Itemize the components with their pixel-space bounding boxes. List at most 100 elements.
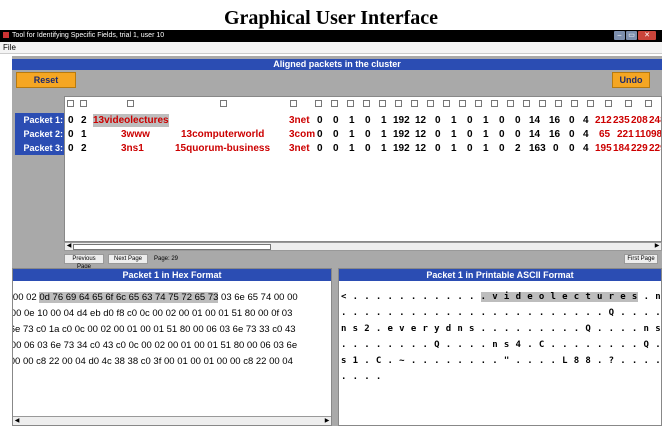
- field-cell: 0: [68, 115, 74, 126]
- field-checkbox[interactable]: [507, 100, 514, 107]
- field-cell: 0: [68, 143, 74, 154]
- field-cell: 229: [631, 143, 648, 154]
- field-cell: 0: [499, 143, 505, 154]
- field-checkbox[interactable]: [315, 100, 322, 107]
- field-cell: 192: [393, 115, 410, 126]
- field-cell: 248: [649, 115, 661, 126]
- scroll-right-icon[interactable]: ▶: [323, 417, 331, 425]
- field-cell: 4: [583, 143, 589, 154]
- field-cell: 221: [617, 129, 634, 140]
- hex-highlight: 0d 76 69 64 65 6f 6c 65 63 74 75 72 65 7…: [39, 292, 219, 303]
- undo-button[interactable]: Undo: [612, 72, 650, 88]
- hex-line: i 6e 73 c0 1a c0 0c 00 02 00 01 00 01 51…: [12, 324, 296, 335]
- packet-row-3: 0 2 3ns1 15quorum-business 3net 0 0 1 0 …: [65, 142, 661, 155]
- field-checkbox[interactable]: [220, 100, 227, 107]
- field-checkbox[interactable]: [539, 100, 546, 107]
- grid-horizontal-scrollbar[interactable]: ◀ ▶: [64, 242, 662, 251]
- field-cell: 235: [613, 115, 630, 126]
- field-cell: 192: [393, 129, 410, 140]
- field-cell: 15quorum-business: [175, 143, 271, 154]
- ascii-line: n s 2 . e v e r y d n s . . . . . . . . …: [341, 324, 662, 334]
- field-checkbox[interactable]: [523, 100, 530, 107]
- field-checkbox[interactable]: [363, 100, 370, 107]
- hex-panel: Packet 1 in Hex Format 4 00 02 0d 76 69 …: [12, 268, 332, 426]
- field-cell: 0: [317, 143, 323, 154]
- field-checkbox[interactable]: [605, 100, 612, 107]
- scroll-right-icon[interactable]: ▶: [653, 243, 661, 250]
- ascii-highlight: . v i d e o l e c t u r e s: [480, 292, 638, 302]
- field-checkbox[interactable]: [411, 100, 418, 107]
- field-checkbox[interactable]: [67, 100, 74, 107]
- field-checkbox[interactable]: [443, 100, 450, 107]
- field-cell: 3com: [289, 129, 316, 140]
- window-title: Tool for Identifying Specific Fields, tr…: [12, 32, 165, 39]
- field-cell: 212: [595, 115, 612, 126]
- field-cell: 0: [333, 115, 339, 126]
- field-cell: 1: [81, 129, 87, 140]
- field-checkbox[interactable]: [395, 100, 402, 107]
- field-checkbox[interactable]: [625, 100, 632, 107]
- field-cell: 1: [381, 115, 387, 126]
- field-checkbox[interactable]: [80, 100, 87, 107]
- ascii-panel: Packet 1 in Printable ASCII Format < . .…: [338, 268, 662, 426]
- field-cell: 1: [349, 143, 355, 154]
- field-checkbox[interactable]: [331, 100, 338, 107]
- field-cell: 12: [415, 129, 427, 140]
- first-page-button[interactable]: First Page: [624, 254, 658, 264]
- field-checkbox[interactable]: [427, 100, 434, 107]
- field-checkbox[interactable]: [555, 100, 562, 107]
- packet-row-1: 0 2 13videolectures 3net 0 0 1 0 1 192 1…: [65, 114, 661, 127]
- scroll-left-icon[interactable]: ◀: [13, 417, 21, 425]
- field-cell: 3www: [121, 129, 150, 140]
- field-checkbox[interactable]: [127, 100, 134, 107]
- figure-caption: Graphical User Interface: [223, 7, 439, 29]
- menu-bar: File: [0, 42, 662, 54]
- next-page-button[interactable]: Next Page: [108, 254, 148, 264]
- main-frame: Aligned packets in the cluster Reset Und…: [12, 56, 662, 426]
- field-cell: 0: [515, 129, 521, 140]
- close-icon[interactable]: ✕: [638, 31, 656, 40]
- scrollbar-thumb[interactable]: [73, 244, 271, 250]
- maximize-icon[interactable]: ▭: [626, 31, 637, 40]
- field-checkbox[interactable]: [347, 100, 354, 107]
- minimize-icon[interactable]: –: [614, 31, 625, 40]
- field-checkbox[interactable]: [290, 100, 297, 107]
- field-cell: 0: [317, 129, 323, 140]
- ascii-line: . . . .: [341, 372, 382, 382]
- menu-file[interactable]: File: [3, 43, 16, 52]
- field-cell: 13computerworld: [181, 129, 265, 140]
- scroll-left-icon[interactable]: ◀: [65, 243, 73, 250]
- field-cell: 0: [467, 129, 473, 140]
- field-cell: 4: [583, 129, 589, 140]
- field-cell: 16: [549, 115, 561, 126]
- field-checkbox[interactable]: [587, 100, 594, 107]
- cluster-header: Aligned packets in the cluster: [12, 59, 662, 70]
- field-cell: 0: [467, 143, 473, 154]
- field-checkbox[interactable]: [571, 100, 578, 107]
- hex-line: ) 00 06 03 6e 73 34 c0 43 c0 0c 00 02 00…: [12, 340, 298, 351]
- field-cell: 0: [317, 115, 323, 126]
- field-checkbox[interactable]: [459, 100, 466, 107]
- field-cell: 163: [529, 143, 546, 154]
- field-checkbox[interactable]: [491, 100, 498, 107]
- field-cell: 1: [381, 143, 387, 154]
- field-cell: 13videolectures: [93, 114, 169, 127]
- field-checkbox[interactable]: [379, 100, 386, 107]
- field-cell: 0: [435, 143, 441, 154]
- field-cell: 0: [435, 129, 441, 140]
- previous-page-button[interactable]: Previous Page: [64, 254, 104, 270]
- hex-text: 4 00 02: [12, 292, 37, 303]
- field-cell: 98: [651, 129, 662, 140]
- field-cell: 14: [529, 115, 541, 126]
- hex-horizontal-scrollbar[interactable]: ◀ ▶: [13, 416, 331, 425]
- field-checkbox[interactable]: [475, 100, 482, 107]
- reset-button[interactable]: Reset: [16, 72, 76, 88]
- ascii-line: . . . . . . . . Q . . . . n s 4 . C . . …: [341, 340, 662, 350]
- field-cell: 12: [415, 115, 427, 126]
- field-cell: 0: [467, 115, 473, 126]
- field-cell: 2: [81, 143, 87, 154]
- field-checkbox[interactable]: [645, 100, 652, 107]
- field-cell: 0: [365, 143, 371, 154]
- field-cell: 1: [451, 129, 457, 140]
- ascii-text: < . . . . . . . . . . .: [341, 292, 481, 302]
